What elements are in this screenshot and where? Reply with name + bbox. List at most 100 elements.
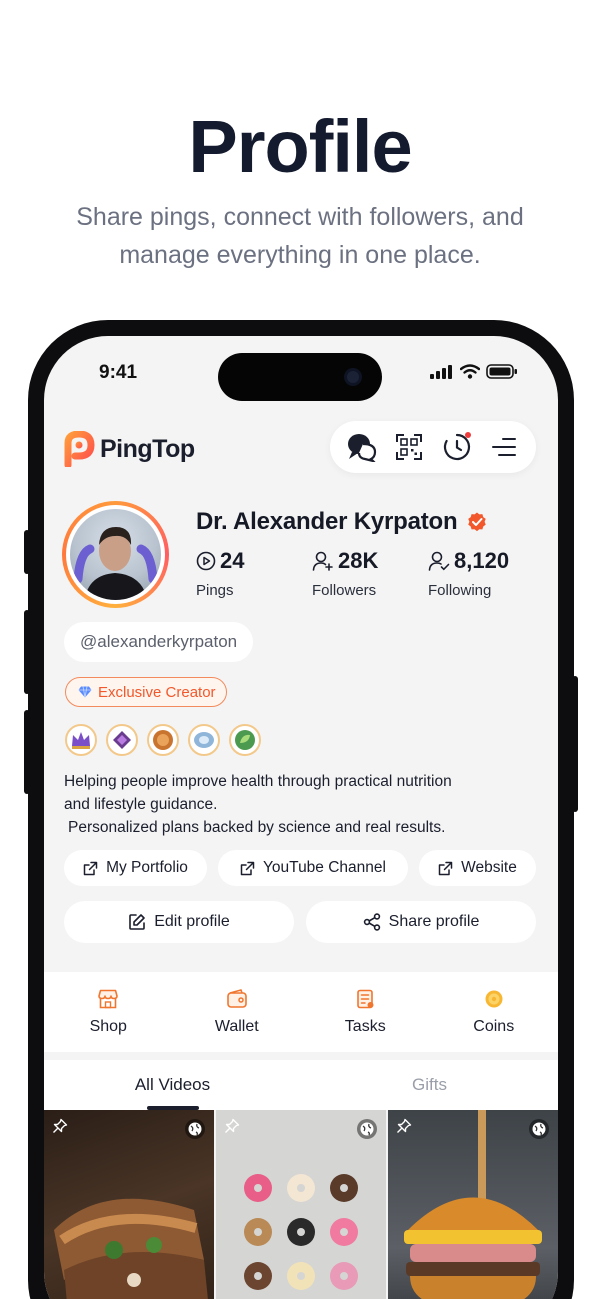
power-button — [572, 676, 578, 812]
user-check-icon — [428, 551, 450, 571]
wifi-icon — [460, 364, 480, 379]
stat-followers[interactable]: 28K Followers — [312, 548, 378, 599]
volume-down-button — [24, 710, 30, 794]
shortcut-wallet[interactable]: Wallet — [173, 972, 302, 1052]
coin-icon — [485, 990, 503, 1008]
crown-badge-icon[interactable] — [65, 724, 97, 756]
pings-label: Pings — [196, 582, 234, 599]
external-link-icon — [438, 861, 453, 875]
profile-name: Dr. Alexander Kyrpaton — [196, 508, 458, 535]
link-label: YouTube Channel — [263, 859, 386, 876]
signal-icon — [430, 364, 452, 379]
profile-actions: Edit profile Share profile — [64, 901, 536, 943]
action-button — [24, 530, 30, 574]
followers-label: Followers — [312, 582, 377, 599]
qr-code-icon — [396, 434, 423, 460]
app-logo: PingTop — [62, 431, 195, 467]
avatar-photo — [70, 509, 161, 600]
shortcut-tasks[interactable]: Tasks — [301, 972, 430, 1052]
status-time: 9:41 — [99, 362, 138, 383]
shop-icon — [98, 989, 119, 1009]
video-thumbnail-burger[interactable] — [388, 1110, 558, 1299]
pingtop-logo-icon — [64, 431, 95, 467]
diamond-icon — [78, 686, 92, 698]
verified-icon — [468, 512, 487, 532]
globe-icon — [185, 1119, 205, 1139]
profile-bio: Helping people improve health through pr… — [64, 770, 534, 839]
creator-label: Exclusive Creator — [98, 683, 216, 701]
bio-line: Personalized plans backed by science and… — [68, 819, 446, 836]
dynamic-island — [218, 353, 382, 401]
bio-line: Helping people improve health through pr… — [64, 773, 452, 790]
shortcut-label: Coins — [473, 1018, 515, 1035]
exclusive-creator-badge: Exclusive Creator — [65, 677, 227, 707]
chat-bubbles-icon — [347, 434, 376, 462]
link-youtube-channel[interactable]: YouTube Channel — [218, 850, 408, 886]
pin-icon — [225, 1118, 240, 1133]
shortcut-label: Shop — [89, 1018, 127, 1035]
tab-gifts[interactable]: Gifts — [301, 1060, 558, 1110]
achievement-badges — [65, 724, 261, 756]
edit-profile-button[interactable]: Edit profile — [64, 901, 294, 943]
video-thumbnail-donuts[interactable] — [216, 1110, 386, 1299]
globe-icon — [529, 1119, 549, 1139]
share-profile-button[interactable]: Share profile — [306, 901, 536, 943]
shortcut-bar: Shop Wallet Tasks Coins — [44, 972, 558, 1052]
stat-pings[interactable]: 24 Pings — [196, 548, 244, 599]
share-icon — [363, 913, 380, 931]
gem-badge-icon[interactable] — [106, 724, 138, 756]
globe-icon — [357, 1119, 377, 1139]
menu-button[interactable] — [486, 429, 522, 465]
play-circle-icon — [196, 551, 216, 571]
link-label: Website — [461, 859, 517, 876]
shortcut-coins[interactable]: Coins — [430, 972, 559, 1052]
profile-stats: 24 Pings 28K Followers 8,120 Following — [196, 548, 536, 604]
shield-badge-icon[interactable] — [147, 724, 179, 756]
edit-icon — [129, 914, 146, 930]
shortcut-label: Wallet — [214, 1018, 259, 1035]
profile-handle[interactable]: @alexanderkyrpaton — [64, 622, 254, 662]
leaf-badge-icon[interactable] — [229, 724, 261, 756]
app-name: PingTop — [100, 434, 195, 463]
phone-frame: 9:41 PingTop Dr. Alexander Kyrpaton 24 P… — [24, 320, 578, 1299]
notification-dot — [464, 432, 471, 438]
messages-button[interactable] — [344, 429, 380, 465]
following-count: 8,120 — [454, 548, 510, 573]
marketing-subtitle: Share pings, connect with followers, and… — [76, 203, 524, 269]
wings-badge-icon[interactable] — [188, 724, 220, 756]
camera-icon — [344, 368, 362, 386]
link-my-portfolio[interactable]: My Portfolio — [64, 850, 207, 886]
pings-count: 24 — [220, 548, 245, 573]
volume-up-button — [24, 610, 30, 694]
battery-icon — [486, 364, 517, 379]
video-thumbnail-sandwich[interactable] — [44, 1110, 214, 1299]
pin-icon — [53, 1118, 68, 1133]
avatar[interactable] — [62, 501, 169, 608]
shortcut-label: Tasks — [344, 1018, 386, 1035]
tasks-icon — [357, 989, 374, 1009]
stat-following[interactable]: 8,120 Following — [428, 548, 509, 599]
user-plus-icon — [312, 551, 333, 571]
edit-profile-label: Edit profile — [154, 913, 230, 930]
link-website[interactable]: Website — [419, 850, 536, 886]
wallet-icon — [226, 989, 247, 1008]
video-grid — [44, 1110, 558, 1299]
link-label: My Portfolio — [106, 859, 188, 876]
followers-count: 28K — [338, 548, 379, 573]
external-link-icon — [83, 861, 98, 875]
history-button[interactable] — [439, 429, 475, 465]
bio-line: and lifestyle guidance. — [64, 796, 218, 813]
following-label: Following — [428, 582, 492, 599]
phone-screen: 9:41 PingTop Dr. Alexander Kyrpaton 24 P… — [44, 336, 558, 1299]
top-toolbar — [330, 421, 536, 473]
qr-code-button[interactable] — [391, 429, 427, 465]
shortcut-shop[interactable]: Shop — [44, 972, 173, 1052]
content-tabs: All Videos Gifts — [44, 1060, 558, 1110]
share-profile-label: Share profile — [388, 913, 480, 930]
profile-links: My Portfolio YouTube Channel Website — [64, 850, 536, 886]
external-link-icon — [240, 861, 255, 875]
tab-all-videos[interactable]: All Videos — [44, 1060, 301, 1110]
marketing-title: Profile — [188, 105, 412, 188]
menu-icon — [492, 438, 517, 456]
status-bar: 9:41 — [44, 336, 558, 416]
